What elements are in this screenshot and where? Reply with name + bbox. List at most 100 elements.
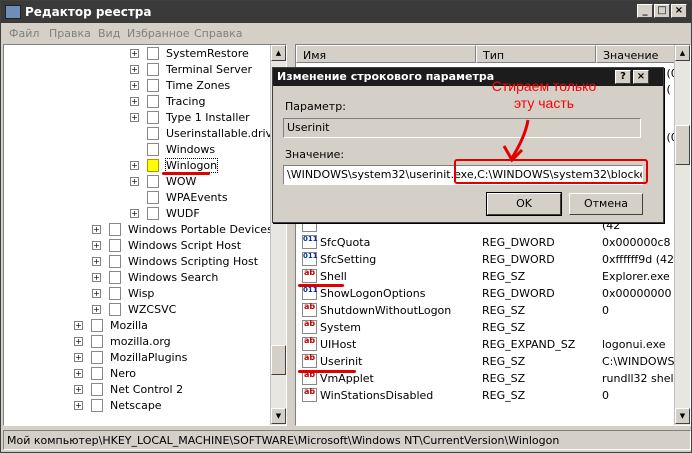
tree-item[interactable]: + Terminal Server: [4, 62, 272, 78]
value-type: REG_SZ: [482, 355, 526, 368]
list-row[interactable]: ab ShutdownWithoutLogon REG_SZ 0: [296, 302, 676, 319]
column-value-header[interactable]: Значение: [596, 45, 676, 63]
expand-toggle-icon[interactable]: +: [74, 369, 83, 378]
folder-icon: [147, 127, 159, 140]
value-type: REG_SZ: [482, 270, 526, 283]
tree-item-label: Windows: [166, 143, 216, 156]
folder-icon: [109, 303, 121, 316]
annotation-line-2: эту часть: [513, 95, 575, 111]
value-type: REG_DWORD: [482, 236, 555, 249]
tree-item-label: Windows Portable Devices: [128, 223, 273, 236]
tree-item[interactable]: + Type 1 Installer: [4, 110, 272, 126]
tree-item[interactable]: + Mozilla: [4, 318, 272, 334]
ok-button[interactable]: OK: [486, 192, 562, 216]
tree-item[interactable]: Windows: [4, 142, 272, 158]
expand-toggle-icon[interactable]: +: [92, 257, 101, 266]
tree-item[interactable]: + Windows Portable Devices: [4, 222, 273, 238]
tree-item[interactable]: + Windows Script Host: [4, 238, 272, 254]
column-name-header[interactable]: Имя: [296, 45, 476, 63]
help-button[interactable]: ?: [615, 70, 631, 84]
tree-item[interactable]: + WZCSVC: [4, 302, 272, 318]
value-name: WinStationsDisabled: [320, 389, 434, 402]
key-tree-pane[interactable]: + SystemRestore + Terminal Server + Time Zone…: [3, 44, 287, 426]
expand-toggle-icon[interactable]: +: [74, 353, 83, 362]
column-type-header[interactable]: Тип: [476, 45, 596, 63]
expand-toggle-icon[interactable]: +: [92, 289, 101, 298]
expand-toggle-icon[interactable]: +: [92, 305, 101, 314]
expand-toggle-icon[interactable]: +: [130, 81, 139, 90]
tree-item[interactable]: + Wisp: [4, 286, 272, 302]
tree-item-label: Netscape: [110, 399, 162, 412]
status-bar-path: Мой компьютер\HKEY_LOCAL_MACHINE\SOFTWAR…: [3, 430, 691, 450]
expand-toggle-icon[interactable]: +: [130, 49, 139, 58]
tree-item[interactable]: + Nero: [4, 366, 272, 382]
menu-help[interactable]: Справка: [194, 27, 242, 40]
list-row[interactable]: ab Userinit REG_SZ C:\WINDOWS\: [296, 353, 679, 370]
reg-binary-icon: 011: [302, 235, 318, 249]
annotation-underline-userinit: [298, 370, 356, 373]
expand-toggle-icon[interactable]: +: [92, 273, 101, 282]
menu-file[interactable]: Файл: [9, 27, 39, 40]
expand-toggle-icon[interactable]: +: [92, 241, 101, 250]
value-label: Значение:: [285, 148, 345, 161]
tree-item[interactable]: + MozillaPlugins: [4, 350, 272, 366]
list-scrollbar[interactable]: ▲ ▼: [674, 45, 690, 425]
menu-favorites[interactable]: Избранное: [127, 27, 189, 40]
tree-item[interactable]: + Tracing: [4, 94, 272, 110]
expand-toggle-icon[interactable]: +: [130, 161, 139, 170]
tree-item[interactable]: + Netscape: [4, 398, 272, 414]
dialog-close-button[interactable]: ×: [633, 70, 649, 84]
value-data: C:\WINDOWS\: [602, 355, 679, 368]
tree-item[interactable]: + Time Zones: [4, 78, 272, 94]
scroll-down-arrow-icon[interactable]: ▼: [675, 408, 690, 424]
annotation-highlight-box: [454, 159, 648, 184]
list-row[interactable]: ab WinStationsDisabled REG_SZ 0: [296, 387, 676, 404]
scroll-thumb[interactable]: [675, 125, 690, 165]
expand-toggle-icon[interactable]: +: [130, 177, 139, 186]
tree-item[interactable]: + Windows Scripting Host: [4, 254, 272, 270]
tree-item[interactable]: + Winlogon: [4, 158, 272, 174]
annotation-text: Стираем только эту часть: [474, 78, 614, 112]
minimize-button[interactable]: _: [637, 4, 653, 18]
list-row[interactable]: 011 ShowLogonOptions REG_DWORD 0x00000000 (…: [296, 285, 686, 302]
tree-item[interactable]: + WUDF: [4, 206, 272, 222]
list-row[interactable]: ab UIHost REG_EXPAND_SZ logonui.exe: [296, 336, 676, 353]
expand-toggle-icon[interactable]: +: [130, 97, 139, 106]
folder-icon: [147, 47, 159, 60]
scroll-up-arrow-icon[interactable]: ▲: [271, 45, 286, 61]
annotation-line-1: Стираем только: [491, 78, 597, 94]
maximize-button[interactable]: □: [654, 4, 670, 18]
tree-item[interactable]: + Net Control 2: [4, 382, 272, 398]
value-type: REG_DWORD: [482, 253, 555, 266]
close-button[interactable]: ×: [671, 4, 687, 18]
tree-item[interactable]: WPAEvents: [4, 190, 272, 206]
tree-item-label: Type 1 Installer: [166, 111, 250, 124]
tree-item-label: SystemRestore: [166, 47, 249, 60]
menu-view[interactable]: Вид: [98, 27, 120, 40]
reg-string-icon: ab: [302, 269, 317, 283]
expand-toggle-icon[interactable]: +: [74, 337, 83, 346]
tree-item[interactable]: + SystemRestore: [4, 46, 272, 62]
tree-item[interactable]: + Windows Search: [4, 270, 272, 286]
scroll-thumb[interactable]: [271, 345, 286, 375]
tree-item-label: Time Zones: [166, 79, 231, 92]
scroll-down-arrow-icon[interactable]: ▼: [271, 408, 286, 424]
expand-toggle-icon[interactable]: +: [74, 321, 83, 330]
menu-edit[interactable]: Правка: [49, 27, 91, 40]
expand-toggle-icon[interactable]: +: [92, 225, 101, 234]
list-row[interactable]: ab Shell REG_SZ Explorer.exe: [296, 268, 676, 285]
annotation-underline-shell: [298, 284, 344, 287]
tree-item[interactable]: + WOW: [4, 174, 272, 190]
list-row[interactable]: ab System REG_SZ: [296, 319, 676, 336]
list-row[interactable]: 011 SfcQuota REG_DWORD 0x000000c8 (20: [296, 234, 690, 251]
tree-item[interactable]: Userinstallable.drivers: [4, 126, 286, 142]
scroll-up-arrow-icon[interactable]: ▲: [675, 45, 690, 61]
cancel-button[interactable]: Отмена: [569, 193, 643, 215]
expand-toggle-icon[interactable]: +: [74, 401, 83, 410]
expand-toggle-icon[interactable]: +: [74, 385, 83, 394]
tree-item[interactable]: + mozilla.org: [4, 334, 272, 350]
expand-toggle-icon[interactable]: +: [130, 65, 139, 74]
list-row[interactable]: 011 SfcSetting REG_DWORD 0xffffff9d (429: [296, 251, 681, 268]
expand-toggle-icon[interactable]: +: [130, 113, 139, 122]
expand-toggle-icon[interactable]: +: [130, 209, 139, 218]
